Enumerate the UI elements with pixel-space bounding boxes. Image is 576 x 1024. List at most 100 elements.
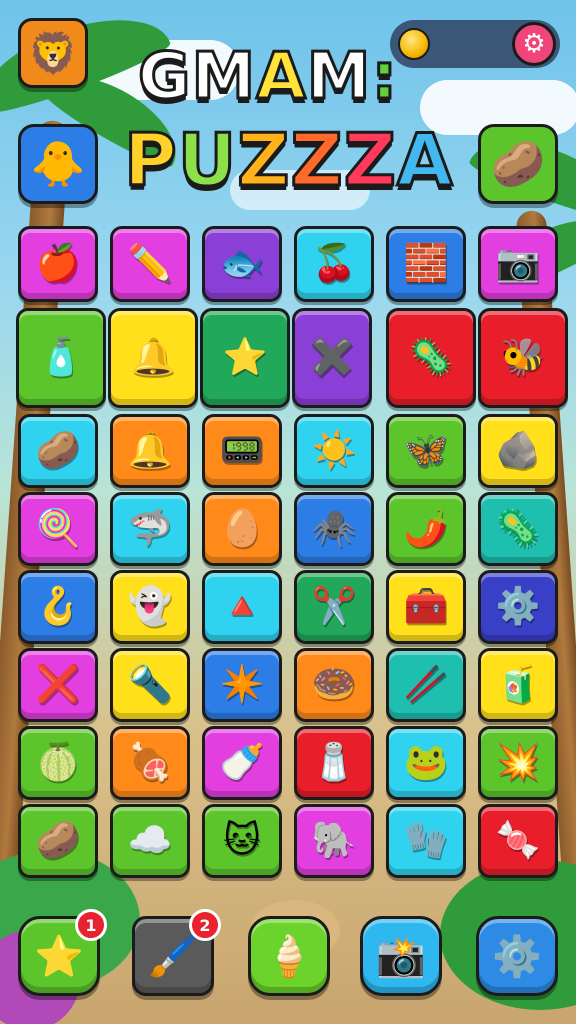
- grid-tile[interactable]: 🧂: [294, 726, 374, 800]
- tile-icon: 🍈: [35, 742, 81, 783]
- grid-tile[interactable]: 🔔: [110, 414, 190, 488]
- grid-tile[interactable]: 🦈: [110, 492, 190, 566]
- camera-button[interactable]: 📸: [360, 916, 442, 996]
- grid-tile[interactable]: 👻: [110, 570, 190, 644]
- title-letter: A: [395, 117, 454, 204]
- tile-icon: 🍩: [311, 664, 357, 705]
- grid-tile[interactable]: 🍼: [202, 726, 282, 800]
- tile-icon: 🪝: [35, 586, 81, 627]
- grid-tile[interactable]: 🔺: [202, 570, 282, 644]
- title-letter: G: [137, 39, 193, 116]
- ice-cream-button[interactable]: 🍦: [248, 916, 330, 996]
- brush-icon: 🖌️: [148, 933, 198, 980]
- tile-icon: 🐟: [219, 243, 265, 284]
- tile-icon: ☁️: [127, 820, 173, 861]
- grid-tile[interactable]: 🧱: [386, 226, 466, 302]
- star-icon: ⭐: [34, 933, 84, 980]
- grid-tile[interactable]: 🥢: [386, 648, 466, 722]
- tile-icon: 🔦: [127, 664, 173, 705]
- tile-icon: 🍒: [311, 243, 357, 284]
- tile-icon: 🐝: [500, 337, 546, 378]
- tile-icon: 🍼: [219, 742, 265, 783]
- grid-tile[interactable]: 🧰: [386, 570, 466, 644]
- brush-button[interactable]: 🖌️ 2: [132, 909, 221, 996]
- title-line-1: GMAM:: [137, 39, 399, 116]
- grid-tile[interactable]: 🍖: [110, 726, 190, 800]
- tile-icon: ✴️: [219, 664, 265, 705]
- tile-icon: 🍭: [35, 508, 81, 549]
- settings-top-button[interactable]: ⚙: [512, 22, 556, 66]
- character-right-button[interactable]: 🥔: [478, 124, 558, 204]
- grid-tile[interactable]: 🔦: [110, 648, 190, 722]
- grid-tile[interactable]: 🌶️: [386, 492, 466, 566]
- grid-tile[interactable]: 🍈: [18, 726, 98, 800]
- tile-icon: 🔔: [127, 430, 173, 471]
- lion-icon: 🦁: [28, 30, 78, 77]
- star-button[interactable]: ⭐ 1: [18, 909, 107, 996]
- grid-tile[interactable]: 🪝: [18, 570, 98, 644]
- grid-tile[interactable]: 🕷️: [294, 492, 374, 566]
- tile-icon: 🦋: [403, 430, 449, 471]
- title-letter: M: [190, 39, 257, 116]
- grid-tile[interactable]: 🐱: [202, 804, 282, 878]
- grid-tile[interactable]: 🥔: [18, 804, 98, 878]
- grid-tile[interactable]: ☀️: [294, 414, 374, 488]
- tile-icon: 🦈: [127, 508, 173, 549]
- grid-tile[interactable]: 💥: [478, 726, 558, 800]
- tile-icon: ✂️: [311, 586, 357, 627]
- grid-tile[interactable]: 🦠: [478, 492, 558, 566]
- camera-icon: 📸: [376, 933, 426, 980]
- tile-icon: 🪨: [495, 430, 541, 471]
- grid-tile[interactable]: 🦋: [386, 414, 466, 488]
- ice-cream-icon: 🍦: [264, 933, 314, 980]
- grid-tile[interactable]: ✏️: [110, 226, 190, 302]
- tile-icon: 🕷️: [311, 508, 357, 549]
- grid-tile[interactable]: 🦠: [386, 308, 476, 408]
- grid-tile[interactable]: ✂️: [294, 570, 374, 644]
- grid-tile[interactable]: ⭐: [200, 308, 290, 408]
- coin-icon: [398, 28, 430, 60]
- grid-tile[interactable]: 🍒: [294, 226, 374, 302]
- grid-tile[interactable]: ✖️: [292, 308, 372, 408]
- character-button[interactable]: 🐥: [18, 124, 98, 204]
- grid-tile[interactable]: 🔔: [108, 308, 198, 408]
- grid-tile[interactable]: 🧃: [478, 648, 558, 722]
- tile-icon: 🥚: [219, 508, 265, 549]
- grid-tile[interactable]: 🍩: [294, 648, 374, 722]
- title-letter: Z: [236, 117, 291, 204]
- grid-tile[interactable]: 🧤: [386, 804, 466, 878]
- tile-icon: 🐘: [311, 820, 357, 861]
- grid-tile[interactable]: 🥚: [202, 492, 282, 566]
- tile-icon: 🔔: [130, 337, 176, 378]
- grid-tile[interactable]: 🐝: [478, 308, 568, 408]
- tile-icon: 🥔: [35, 820, 81, 861]
- grid-tile[interactable]: 🍬: [478, 804, 558, 878]
- settings-button[interactable]: ⚙️: [476, 916, 558, 996]
- title-letter: Z: [289, 117, 344, 204]
- grid-tile[interactable]: 🪨: [478, 414, 558, 488]
- grid-tile[interactable]: 📷: [478, 226, 558, 302]
- grid-tile[interactable]: ⚙️: [478, 570, 558, 644]
- profile-button[interactable]: 🦁: [18, 18, 88, 88]
- title-letter: :: [370, 39, 399, 116]
- tile-icon: 🔺: [219, 586, 265, 627]
- title-letter: M: [305, 39, 372, 116]
- grid-tile[interactable]: 🍎: [18, 226, 98, 302]
- tile-icon: ⭐: [222, 337, 268, 378]
- grid-tile[interactable]: 🐘: [294, 804, 374, 878]
- grid-tile[interactable]: 🐟: [202, 226, 282, 302]
- grid-tile[interactable]: ❌: [18, 648, 98, 722]
- title-letter: Z: [342, 117, 397, 204]
- tile-icon: 🍎: [35, 243, 81, 284]
- grid-tile[interactable]: 📟: [202, 414, 282, 488]
- grid-tile[interactable]: 🐸: [386, 726, 466, 800]
- grid-tile[interactable]: ✴️: [202, 648, 282, 722]
- grid-tile[interactable]: 🍭: [18, 492, 98, 566]
- grid-tile[interactable]: 🥔: [18, 414, 98, 488]
- title-letter: P: [123, 117, 179, 204]
- grid-tile[interactable]: 🧴: [16, 308, 106, 408]
- tile-icon: ✖️: [309, 337, 355, 378]
- title-letter: A: [255, 39, 308, 116]
- grid-tile[interactable]: ☁️: [110, 804, 190, 878]
- notification-badge: 2: [189, 909, 221, 941]
